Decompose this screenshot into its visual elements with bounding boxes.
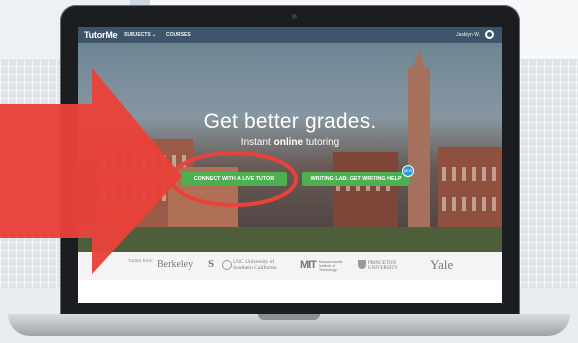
highlight-circle [170, 151, 298, 207]
red-arrow-icon [0, 68, 182, 274]
annotation-overlay [0, 68, 298, 274]
